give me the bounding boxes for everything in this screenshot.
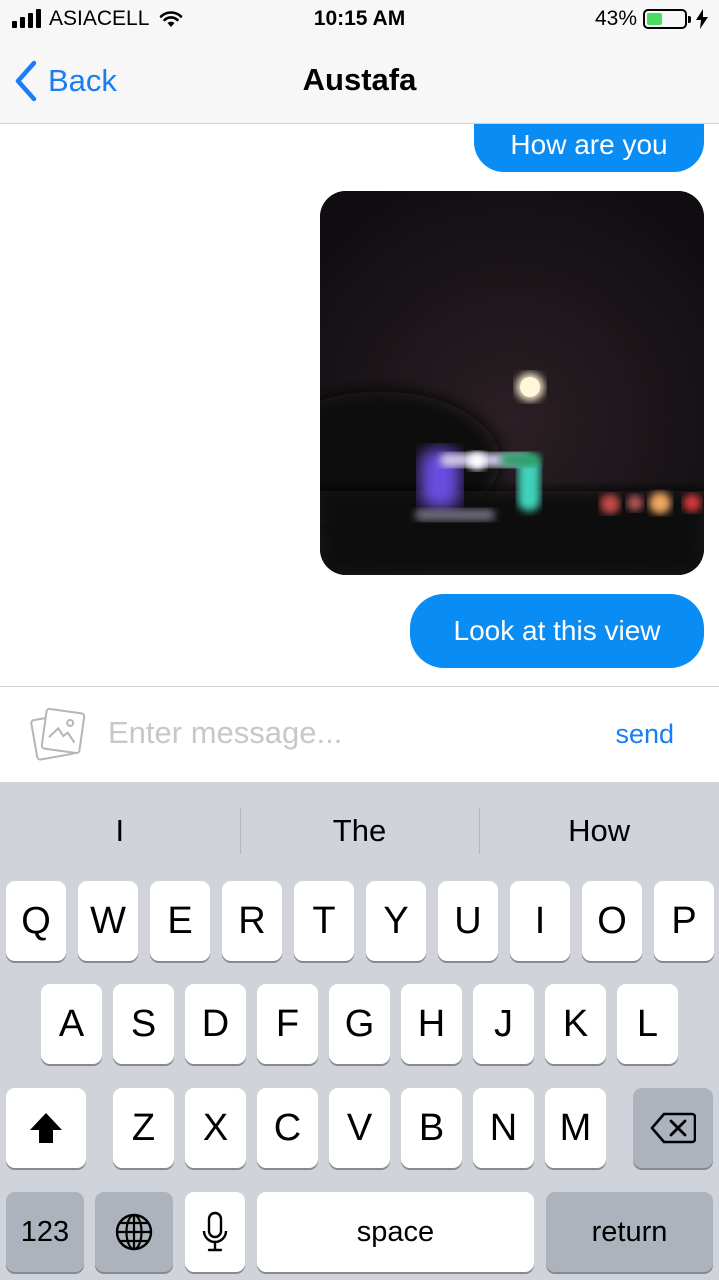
key-o[interactable]: O — [582, 881, 642, 961]
microphone-key[interactable] — [185, 1192, 245, 1272]
key-i[interactable]: I — [510, 881, 570, 961]
key-q[interactable]: Q — [6, 881, 66, 961]
key-y[interactable]: Y — [366, 881, 426, 961]
key-p[interactable]: P — [654, 881, 714, 961]
night-photo-image[interactable] — [320, 191, 704, 575]
key-n[interactable]: N — [473, 1088, 534, 1168]
return-key[interactable]: return — [546, 1192, 713, 1272]
predictive-bar: I The How — [0, 782, 719, 880]
suggestion-item[interactable]: How — [479, 782, 719, 880]
message-bubble[interactable]: How are you — [474, 124, 704, 172]
key-j[interactable]: J — [473, 984, 534, 1064]
key-h[interactable]: H — [401, 984, 462, 1064]
key-m[interactable]: M — [545, 1088, 606, 1168]
battery-percent: 43% — [594, 7, 637, 30]
key-e[interactable]: E — [150, 881, 210, 961]
message-text: Look at this view — [453, 615, 661, 646]
key-r[interactable]: R — [222, 881, 282, 961]
battery-level-fill — [647, 13, 663, 25]
status-bar: ASIACELL 10:15 AM 43% — [0, 0, 719, 40]
message-list[interactable]: How are you Look at this view — [0, 124, 719, 686]
suggestion-item[interactable]: The — [239, 782, 480, 880]
chat-title: Austafa — [302, 62, 417, 97]
message-input[interactable] — [108, 709, 588, 757]
night-photo-svg — [320, 191, 704, 575]
status-right: 43% — [595, 7, 709, 31]
message-composer: send — [0, 686, 719, 782]
key-s[interactable]: S — [113, 984, 174, 1064]
shift-icon — [30, 1113, 62, 1143]
numbers-key[interactable]: 123 — [6, 1192, 84, 1272]
backspace-key[interactable] — [633, 1088, 713, 1168]
key-a[interactable]: A — [41, 984, 102, 1064]
key-v[interactable]: V — [329, 1088, 390, 1168]
photo-attach-icon[interactable] — [30, 705, 88, 763]
globe-icon — [115, 1213, 153, 1251]
globe-key[interactable] — [95, 1192, 173, 1272]
key-z[interactable]: Z — [113, 1088, 174, 1168]
backspace-icon — [650, 1112, 696, 1144]
key-x[interactable]: X — [185, 1088, 246, 1168]
key-b[interactable]: B — [401, 1088, 462, 1168]
key-g[interactable]: G — [329, 984, 390, 1064]
message-text: How are you — [510, 129, 668, 160]
suggestion-item[interactable]: I — [0, 782, 240, 880]
key-l[interactable]: L — [617, 984, 678, 1064]
key-k[interactable]: K — [545, 984, 606, 1064]
key-w[interactable]: W — [78, 881, 138, 961]
space-key[interactable]: space — [257, 1192, 534, 1272]
key-c[interactable]: C — [257, 1088, 318, 1168]
charging-bolt-icon — [696, 9, 708, 29]
microphone-icon — [202, 1211, 228, 1252]
key-d[interactable]: D — [185, 984, 246, 1064]
key-f[interactable]: F — [257, 984, 318, 1064]
message-bubble[interactable]: Look at this view — [410, 594, 704, 668]
battery-icon — [643, 9, 691, 29]
key-t[interactable]: T — [294, 881, 354, 961]
key-u[interactable]: U — [438, 881, 498, 961]
send-button[interactable]: send — [615, 719, 674, 750]
shift-key[interactable] — [6, 1088, 86, 1168]
navigation-bar: Back Austafa — [0, 40, 719, 124]
keyboard: I The How Q W E R T Y U I O P A S D F G … — [0, 782, 719, 1280]
